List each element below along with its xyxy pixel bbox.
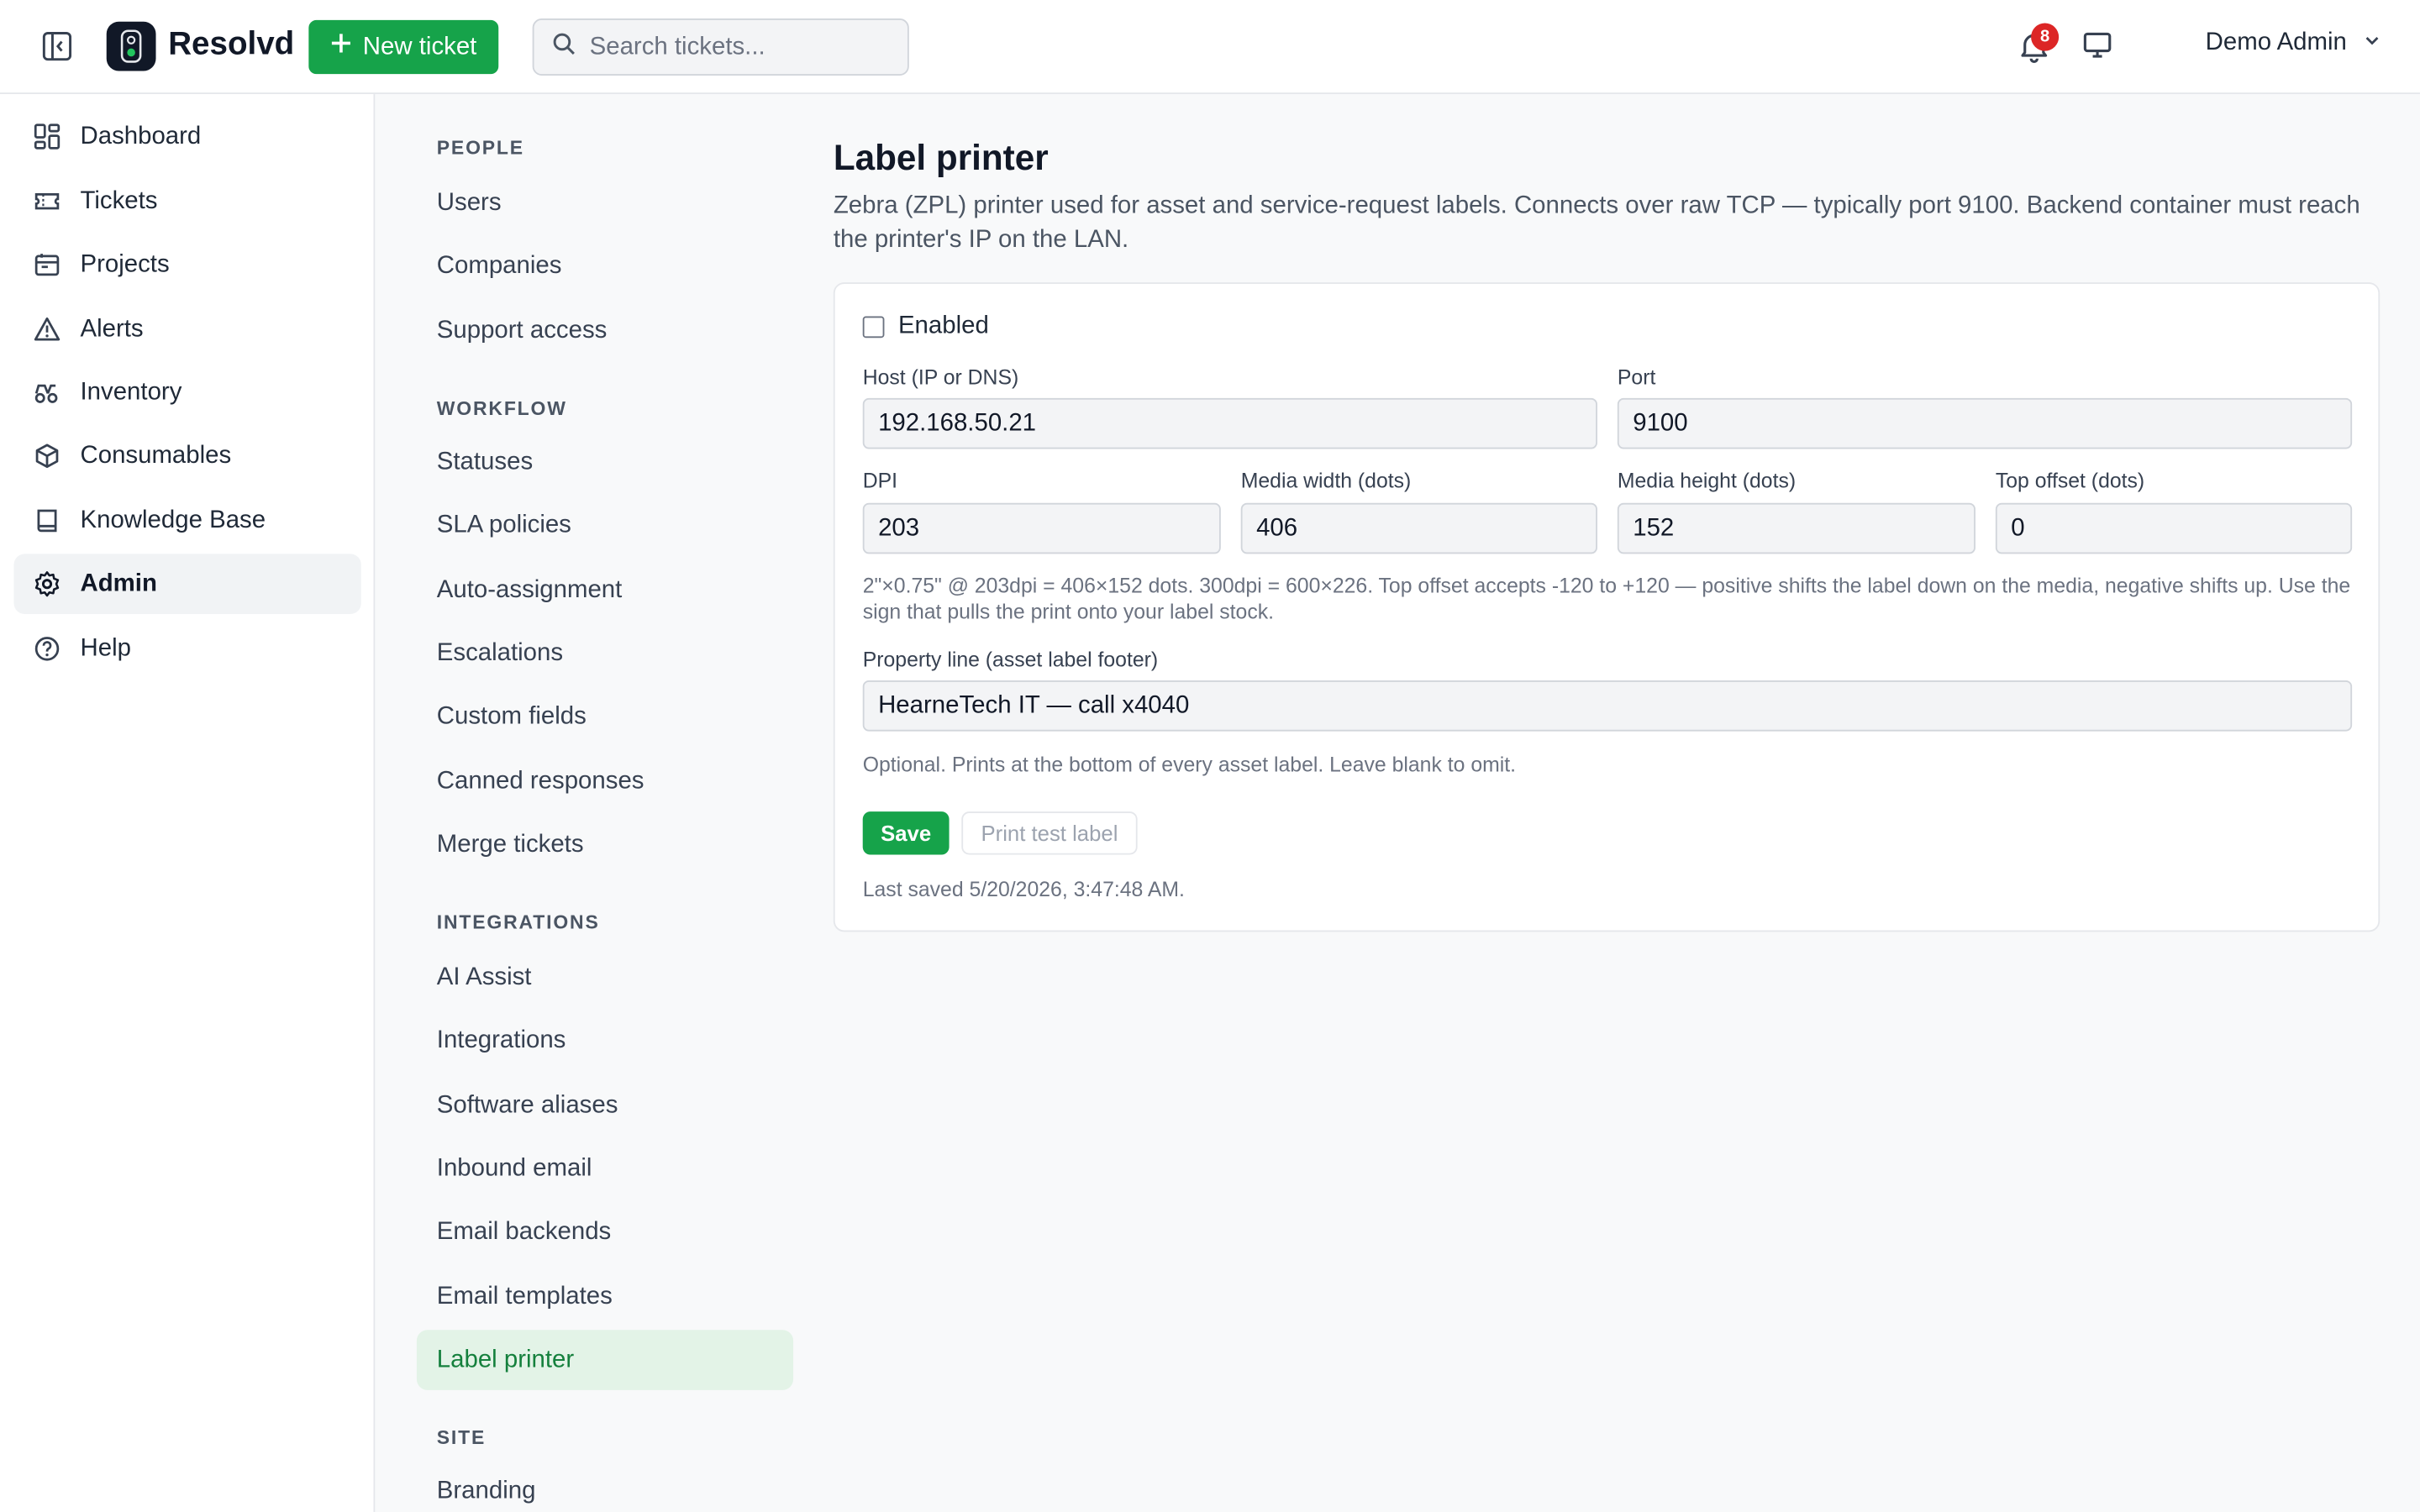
subnav-item-integrations[interactable]: Integrations bbox=[417, 1011, 793, 1071]
dpi-input[interactable]: 203 bbox=[862, 502, 1221, 554]
subnav-item-email-backends[interactable]: Email backends bbox=[417, 1202, 793, 1263]
enabled-label: Enabled bbox=[897, 312, 989, 340]
page-title: Label printer bbox=[833, 137, 1049, 178]
new-ticket-button[interactable]: New ticket bbox=[308, 19, 499, 75]
brand-logo-icon[interactable] bbox=[106, 21, 156, 71]
subnav-item-sla-policies[interactable]: SLA policies bbox=[417, 496, 793, 556]
notification-badge: 8 bbox=[2031, 23, 2060, 51]
sidebar-item-label: Tickets bbox=[80, 187, 158, 214]
sidebar-item-consumables[interactable]: Consumables bbox=[14, 426, 361, 486]
sidebar-item-label: Admin bbox=[80, 570, 157, 596]
search-box[interactable] bbox=[532, 18, 909, 76]
gear-icon bbox=[34, 571, 60, 597]
subnav-item-email-templates[interactable]: Email templates bbox=[417, 1267, 793, 1327]
label-printer-form: Enabled Host (IP or DNS) 192.168.50.21 P… bbox=[833, 282, 2381, 932]
sidebar-item-label: Projects bbox=[80, 250, 170, 277]
brand-name[interactable]: Resolvd bbox=[168, 26, 294, 63]
ticket-icon bbox=[34, 188, 60, 214]
admin-subnav: PEOPLE Users Companies Support access WO… bbox=[375, 94, 812, 1512]
sidebar-item-label: Knowledge Base bbox=[80, 507, 266, 533]
sidebar-item-label: Alerts bbox=[80, 315, 144, 342]
sidebar-toggle-icon[interactable] bbox=[39, 28, 76, 65]
page-description: Zebra (ZPL) printer used for asset and s… bbox=[833, 192, 2360, 254]
subnav-item-statuses[interactable]: Statuses bbox=[417, 432, 793, 492]
enabled-toggle[interactable]: Enabled bbox=[862, 312, 989, 341]
search-icon bbox=[553, 32, 576, 63]
monitor-icon[interactable] bbox=[2082, 29, 2116, 63]
enabled-checkbox[interactable] bbox=[862, 316, 885, 339]
top-bar: Resolvd New ticket 8 Demo Admin bbox=[0, 0, 2420, 95]
media-height-label: Media height (dots) bbox=[1617, 469, 1797, 492]
host-input[interactable]: 192.168.50.21 bbox=[862, 397, 1597, 449]
sidebar-item-alerts[interactable]: Alerts bbox=[14, 299, 361, 360]
sidebar-item-help[interactable]: Help bbox=[14, 619, 361, 680]
sidebar-item-label: Consumables bbox=[80, 442, 232, 469]
port-label: Port bbox=[1617, 365, 1656, 389]
new-ticket-label: New ticket bbox=[362, 33, 477, 60]
subnav-item-ai-assist[interactable]: AI Assist bbox=[417, 948, 793, 1008]
plus-icon bbox=[330, 33, 352, 62]
subnav-item-support-access[interactable]: Support access bbox=[417, 301, 793, 361]
sidebar-item-label: Inventory bbox=[80, 378, 182, 406]
subnav-item-users[interactable]: Users bbox=[417, 173, 793, 234]
sidebar-item-dashboard[interactable]: Dashboard bbox=[14, 107, 361, 167]
sidebar-item-label: Dashboard bbox=[80, 123, 202, 150]
property-line-label: Property line (asset label footer) bbox=[862, 648, 1159, 671]
alert-icon bbox=[34, 317, 60, 343]
section-heading: SITE bbox=[436, 1426, 487, 1449]
sidebar-item-inventory[interactable]: Inventory bbox=[14, 363, 361, 423]
subnav-item-canned-responses[interactable]: Canned responses bbox=[417, 751, 793, 811]
print-test-label-button[interactable]: Print test label bbox=[961, 811, 1138, 855]
sidebar-item-admin[interactable]: Admin bbox=[13, 554, 361, 615]
app-root: Resolvd New ticket 8 Demo Admin bbox=[0, 0, 2420, 1512]
section-heading: INTEGRATIONS bbox=[436, 911, 600, 934]
inventory-icon bbox=[34, 380, 60, 406]
subnav-item-inbound-email[interactable]: Inbound email bbox=[417, 1138, 793, 1199]
projects-icon bbox=[34, 251, 60, 277]
sidebar-item-projects[interactable]: Projects bbox=[14, 234, 361, 295]
dpi-label: DPI bbox=[862, 469, 898, 492]
subnav-item-software-aliases[interactable]: Software aliases bbox=[417, 1075, 793, 1136]
media-height-input[interactable]: 152 bbox=[1617, 502, 1975, 554]
port-input[interactable]: 9100 bbox=[1617, 397, 2353, 449]
help-icon bbox=[34, 636, 60, 662]
sidebar-item-knowledge-base[interactable]: Knowledge Base bbox=[14, 491, 361, 551]
subnav-item-merge-tickets[interactable]: Merge tickets bbox=[417, 815, 793, 875]
chevron-down-icon bbox=[2362, 29, 2381, 57]
last-saved-status: Last saved 5/20/2026, 3:47:48 AM. bbox=[862, 878, 1185, 901]
property-line-input[interactable]: HearneTech IT — call x4040 bbox=[862, 680, 2353, 732]
user-menu[interactable]: Demo Admin bbox=[2206, 29, 2381, 57]
search-input[interactable] bbox=[589, 33, 883, 61]
subnav-item-escalations[interactable]: Escalations bbox=[417, 623, 793, 684]
dimensions-help: 2"×0.75" @ 203dpi = 406×152 dots. 300dpi… bbox=[862, 574, 2351, 624]
top-offset-label: Top offset (dots) bbox=[1995, 469, 2145, 492]
subnav-item-branding[interactable]: Branding bbox=[417, 1461, 793, 1512]
dashboard-icon bbox=[34, 123, 60, 150]
sidebar-item-label: Help bbox=[80, 634, 131, 662]
sidebar-item-tickets[interactable]: Tickets bbox=[14, 171, 361, 232]
host-label: Host (IP or DNS) bbox=[862, 365, 1019, 389]
media-width-input[interactable]: 406 bbox=[1240, 502, 1597, 554]
book-icon bbox=[34, 507, 60, 533]
section-heading: PEOPLE bbox=[436, 137, 524, 160]
top-offset-input[interactable]: 0 bbox=[1995, 502, 2353, 554]
subnav-item-companies[interactable]: Companies bbox=[417, 236, 793, 297]
user-name: Demo Admin bbox=[2205, 29, 2347, 56]
subnav-item-custom-fields[interactable]: Custom fields bbox=[417, 686, 793, 747]
subnav-item-auto-assignment[interactable]: Auto-assignment bbox=[417, 560, 793, 621]
sidebar: Dashboard Tickets Projects Alerts Invent… bbox=[0, 94, 376, 1512]
media-width-label: Media width (dots) bbox=[1240, 469, 1412, 492]
save-button[interactable]: Save bbox=[862, 811, 950, 855]
property-line-help: Optional. Prints at the bottom of every … bbox=[862, 753, 1517, 776]
subnav-item-label-printer[interactable]: Label printer bbox=[416, 1330, 794, 1390]
section-heading: WORKFLOW bbox=[436, 397, 567, 420]
box-icon bbox=[34, 443, 60, 469]
